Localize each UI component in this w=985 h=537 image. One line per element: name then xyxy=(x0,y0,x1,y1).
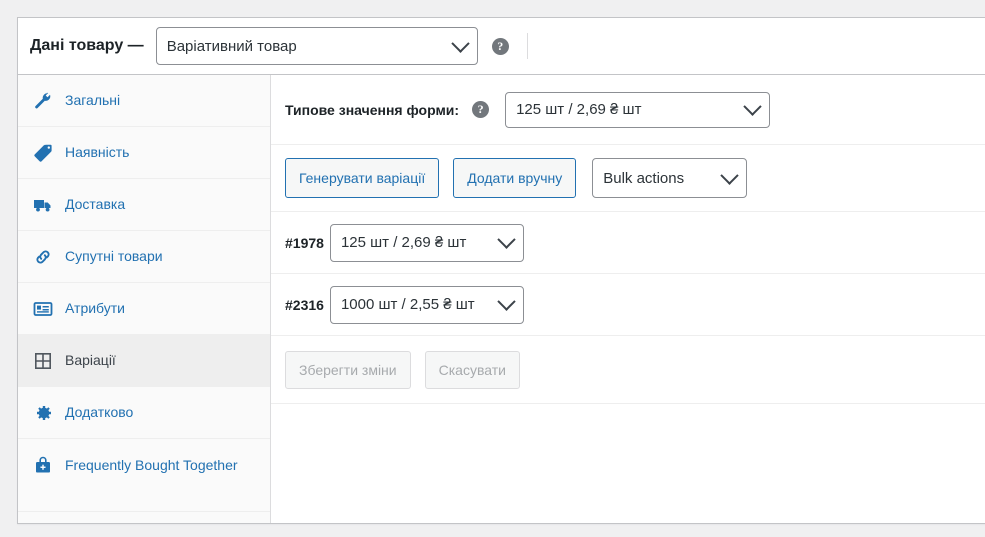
bulk-actions-select[interactable]: Bulk actions xyxy=(592,158,748,198)
chevron-down-icon xyxy=(720,165,739,185)
link-icon xyxy=(36,250,50,264)
variation-id: #2316 xyxy=(285,296,324,313)
variations-toolbar: Генерувати варіації Додати вручну Bulk a… xyxy=(271,145,985,212)
help-icon[interactable]: ? xyxy=(472,101,490,118)
chevron-down-icon xyxy=(497,292,516,311)
table-row: #1978 125 шт / 2,69 ₴ шт xyxy=(271,212,985,274)
table-row: #2316 1000 шт / 2,55 ₴ шт xyxy=(271,274,985,336)
sidebar-item-label: Додатково xyxy=(65,404,134,420)
panel-header: Дані товару — Варіативний товар ? xyxy=(18,18,985,75)
sidebar-item-attributes[interactable]: Атрибути xyxy=(18,283,270,335)
panel-body: Загальні Наявність Доставка Супутні това… xyxy=(18,75,985,523)
variation-attribute-value: 1000 шт / 2,55 ₴ шт xyxy=(340,296,475,313)
grid-icon xyxy=(35,353,51,369)
inventory-icon xyxy=(34,144,52,162)
product-data-tabs: Загальні Наявність Доставка Супутні това… xyxy=(18,75,271,523)
sidebar-item-advanced[interactable]: Додатково xyxy=(18,387,270,439)
variations-panel: Типове значення форми: ? 125 шт / 2,69 ₴… xyxy=(271,75,985,523)
sidebar-item-label: Доставка xyxy=(65,196,126,212)
cancel-button[interactable]: Скасувати xyxy=(424,350,520,389)
help-icon[interactable]: ? xyxy=(491,37,509,55)
product-type-value: Варіативний товар xyxy=(166,37,297,55)
sidebar-item-label: Frequently Bought Together xyxy=(65,457,238,473)
default-form-values-row: Типове значення форми: ? 125 шт / 2,69 ₴… xyxy=(271,75,985,145)
sidebar-item-frequently-bought-together[interactable]: Frequently Bought Together xyxy=(18,439,270,512)
variations-empty-area xyxy=(271,404,985,494)
variation-attribute-select[interactable]: 125 шт / 2,69 ₴ шт xyxy=(329,223,524,262)
chevron-down-icon xyxy=(450,33,470,53)
product-data-panel: Дані товару — Варіативний товар ? Загаль… xyxy=(17,17,985,524)
default-form-values-label: Типове значення форми: xyxy=(285,101,460,118)
chevron-down-icon xyxy=(497,230,516,249)
header-divider xyxy=(526,33,528,59)
attributes-icon xyxy=(33,302,53,316)
page-title: Дані товару — xyxy=(30,37,144,54)
bag-plus-icon xyxy=(36,456,50,473)
default-variation-select[interactable]: 125 шт / 2,69 ₴ шт xyxy=(505,91,771,128)
variation-attribute-select[interactable]: 1000 шт / 2,55 ₴ шт xyxy=(329,285,524,324)
sidebar-item-shipping[interactable]: Доставка xyxy=(18,179,270,231)
sidebar-item-label: Супутні товари xyxy=(65,248,163,264)
sidebar-item-variations[interactable]: Варіації xyxy=(18,335,270,387)
sidebar-item-label: Наявність xyxy=(65,144,130,160)
variations-actions-row: Зберегти зміни Скасувати xyxy=(271,336,985,404)
sidebar-item-label: Загальні xyxy=(65,92,121,108)
chevron-down-icon xyxy=(743,97,762,116)
sidebar-item-label: Атрибути xyxy=(65,300,125,316)
gear-icon xyxy=(37,406,51,420)
generate-variations-button[interactable]: Генерувати варіації xyxy=(285,158,440,198)
sidebar-item-general[interactable]: Загальні xyxy=(18,75,270,127)
truck-icon xyxy=(34,200,51,212)
wrench-icon xyxy=(35,92,51,109)
default-variation-value: 125 шт / 2,69 ₴ шт xyxy=(516,101,642,118)
sidebar-item-inventory[interactable]: Наявність xyxy=(18,127,270,179)
save-button[interactable]: Зберегти зміни xyxy=(285,350,411,389)
sidebar-item-linked-products[interactable]: Супутні товари xyxy=(18,231,270,283)
bulk-actions-value: Bulk actions xyxy=(603,169,685,187)
add-manually-button[interactable]: Додати вручну xyxy=(453,158,577,198)
product-type-select[interactable]: Варіативний товар xyxy=(155,27,478,65)
variation-id: #1978 xyxy=(285,234,324,251)
variation-attribute-value: 125 шт / 2,69 ₴ шт xyxy=(340,234,467,251)
sidebar-item-label: Варіації xyxy=(65,352,116,368)
